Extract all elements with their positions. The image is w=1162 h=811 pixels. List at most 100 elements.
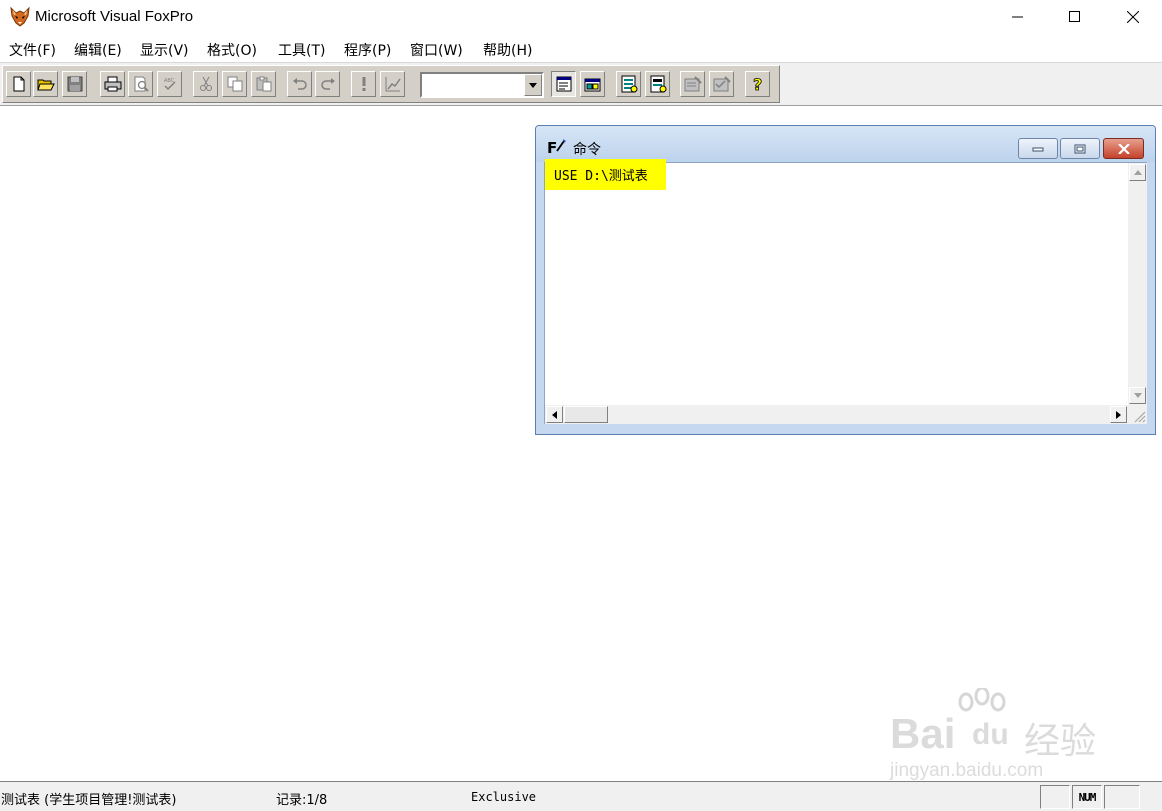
command-window-close-button[interactable] [1103,138,1144,159]
close-icon [1117,143,1130,154]
spelling-button[interactable]: ABC [157,71,182,97]
chevron-down-icon [1133,393,1142,398]
menu-format[interactable]: 格式(O) [207,40,257,60]
svg-text:F: F [547,139,557,156]
print-preview-button[interactable] [128,71,153,97]
form-designer-button[interactable] [616,71,641,97]
new-button[interactable] [6,71,31,97]
open-button[interactable] [33,71,58,97]
autoform-icon [713,76,731,92]
modify-form-button[interactable] [380,71,405,97]
chevron-down-icon [529,82,537,88]
maximize-icon [1069,11,1080,22]
undo-icon [292,78,307,90]
menu-tools[interactable]: 工具(T) [278,40,325,60]
combo-dropdown-button[interactable] [524,74,542,96]
print-icon [104,76,121,92]
horizontal-scrollbar[interactable] [545,405,1128,424]
command-line[interactable]: USE D:\测试表 [554,165,648,184]
menu-help[interactable]: 帮助(H) [483,40,532,60]
scroll-down-button[interactable] [1129,387,1146,404]
help-icon: ? [752,75,762,93]
watermark-brand-latin: Bai [890,710,956,757]
cut-button[interactable] [193,71,218,97]
report-designer-button[interactable] [645,71,670,97]
scroll-left-button[interactable] [546,406,563,423]
close-button[interactable] [1104,0,1162,34]
vertical-scrollbar[interactable] [1128,163,1147,405]
save-button[interactable] [62,71,87,97]
watermark-brand-du: du [972,718,1009,751]
minimize-icon [1032,147,1044,151]
status-bar: 测试表 (学生项目管理!测试表) 记录:1/8 Exclusive NUM [0,781,1162,811]
menu-bar: 文件(F) 编辑(E) 显示(V) 格式(O) 工具(T) 程序(P) 窗口(W… [0,36,1162,62]
status-panel-empty-2 [1104,785,1140,809]
minimize-icon [1012,16,1023,18]
command-window-client: USE D:\测试表 [544,159,1147,424]
print-button[interactable] [100,71,125,97]
report-designer-icon [650,75,666,93]
help-button[interactable]: ? [745,71,770,97]
form-designer-icon [621,75,637,93]
watermark-url: jingyan.baidu.com [890,760,1044,781]
run-button[interactable] [351,71,376,97]
paste-button[interactable] [251,71,276,97]
redo-button[interactable] [315,71,340,97]
minimize-button[interactable] [989,0,1047,34]
save-icon [67,76,82,92]
view-window-icon [584,78,600,92]
resize-grip[interactable] [1128,405,1147,424]
menu-view[interactable]: 显示(V) [140,40,189,60]
watermark-brand-cn: 经验 [1024,721,1097,762]
new-icon [13,76,24,92]
svg-text:?: ? [753,75,762,93]
resize-grip-icon [1134,411,1146,423]
status-record: 记录:1/8 [276,793,328,808]
spelling-icon: ABC [164,78,176,91]
command-window-title: 命令 [573,142,601,158]
scroll-up-button[interactable] [1129,164,1146,181]
scroll-right-button[interactable] [1110,406,1127,423]
undo-button[interactable] [287,71,312,97]
paste-icon [256,76,271,92]
command-window-restore-button[interactable] [1060,138,1100,159]
status-panel-empty [1040,785,1070,809]
command-window-minimize-button[interactable] [1018,138,1058,159]
toolbar-combo[interactable] [420,72,544,98]
redo-icon [320,78,335,90]
command-window: F 命令 USE D:\测试表 [535,125,1156,435]
menu-file[interactable]: 文件(F) [9,40,56,60]
command-window-titlebar[interactable]: F 命令 [536,126,1155,162]
view-window-button[interactable] [580,71,605,97]
menu-program[interactable]: 程序(P) [344,40,391,60]
open-icon [36,79,55,91]
status-num-indicator: NUM [1072,785,1102,809]
status-table: 测试表 (学生项目管理!测试表) [1,793,177,808]
chevron-right-icon [1116,410,1121,419]
close-icon [1127,11,1139,23]
toolbar-dock: ABC ? [0,62,1162,106]
command-editor[interactable]: USE D:\测试表 [545,159,1128,405]
horizontal-scroll-thumb[interactable] [564,406,608,423]
restore-icon [1074,144,1086,153]
command-window-icon: F [547,138,567,157]
status-mode: Exclusive [471,790,537,804]
standard-toolbar: ABC ? [2,65,780,103]
command-window-button[interactable] [551,71,576,97]
autoform-button[interactable] [709,71,734,97]
copy-button[interactable] [222,71,247,97]
command-window-icon [556,76,571,92]
maximize-button[interactable] [1046,0,1104,34]
foxpro-fox-icon [9,6,31,27]
copy-icon [227,76,242,92]
run-icon [362,77,365,91]
form-wizard-icon [684,76,702,92]
baidu-jingyan-watermark: Bai du 经验 jingyan.baidu.com [890,688,1102,784]
modify-form-icon [385,77,401,92]
app-title: Microsoft Visual FoxPro [35,8,194,25]
chevron-up-icon [1133,170,1142,175]
menu-edit[interactable]: 编辑(E) [74,40,122,60]
print-preview-icon [134,76,149,92]
menu-window[interactable]: 窗口(W) [410,40,463,60]
form-wizard-button[interactable] [680,71,705,97]
